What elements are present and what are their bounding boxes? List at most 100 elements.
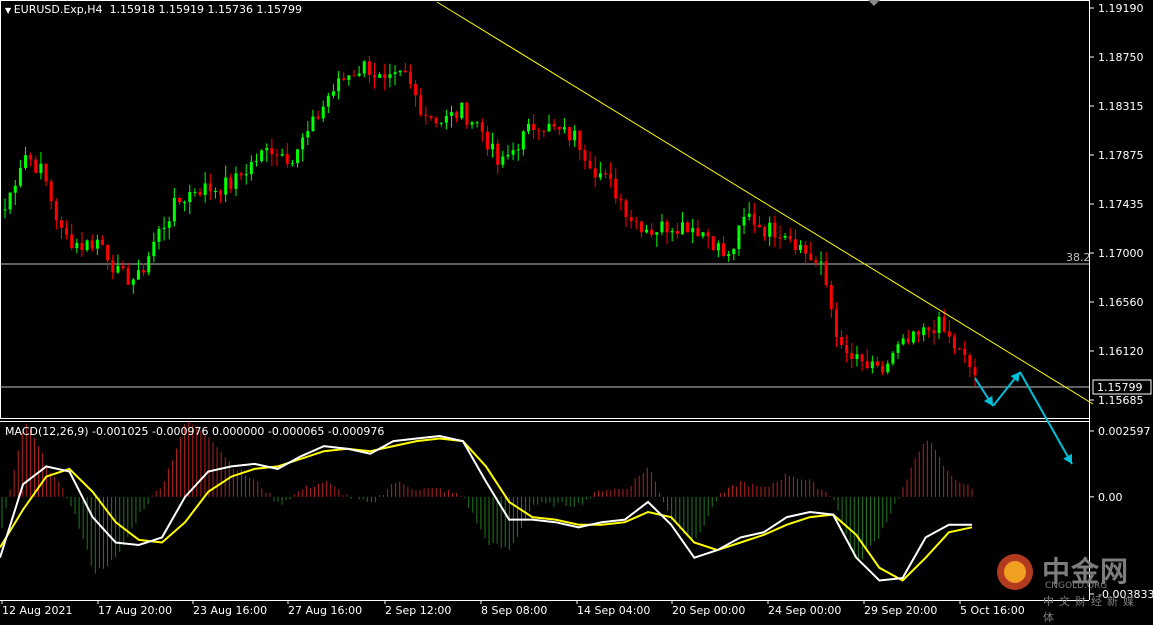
price-tick-label: 1.18750 bbox=[1098, 51, 1144, 64]
candle-body bbox=[183, 202, 187, 204]
candle-body bbox=[814, 260, 818, 263]
candle-body bbox=[680, 222, 684, 234]
candle-body bbox=[213, 190, 217, 192]
candle-body bbox=[157, 228, 161, 242]
candle-body bbox=[285, 154, 289, 164]
time-tick-label: 17 Aug 20:00 bbox=[98, 604, 172, 617]
candle-body bbox=[768, 222, 772, 237]
candle-body bbox=[665, 221, 669, 233]
candle-body bbox=[896, 344, 900, 353]
macd-tick-label: 0.002597 bbox=[1098, 425, 1151, 438]
price-axis: 1.19190 1.18750 1.18315 1.17875 1.17435 1.170… bbox=[1089, 2, 1152, 407]
candle-body bbox=[470, 122, 474, 125]
candle-body bbox=[18, 167, 22, 186]
candle-body bbox=[398, 70, 402, 73]
watermark-tagline: 中文财经新媒体 bbox=[1043, 595, 1139, 624]
candle-body bbox=[727, 254, 731, 256]
candle-body bbox=[439, 122, 443, 124]
candle-body bbox=[634, 221, 638, 223]
candle-body bbox=[901, 338, 905, 345]
candle-body bbox=[49, 181, 53, 202]
candle-body bbox=[645, 229, 649, 233]
time-tick-label: 14 Sep 04:00 bbox=[577, 604, 650, 617]
candle-body bbox=[809, 253, 813, 261]
candle-body bbox=[942, 316, 946, 332]
chart-shift-marker[interactable] bbox=[868, 0, 880, 6]
candle-body bbox=[393, 72, 397, 75]
candle-body bbox=[932, 330, 936, 333]
candle-body bbox=[614, 178, 618, 199]
candle-body bbox=[29, 155, 33, 160]
signal-line bbox=[0, 437, 973, 582]
candle-body bbox=[670, 230, 674, 233]
fib-level-label: 38.2 bbox=[1066, 251, 1091, 264]
time-axis: 12 Aug 2021 17 Aug 20:00 23 Aug 16:00 27 Au… bbox=[1, 600, 1025, 617]
candle-body bbox=[655, 232, 659, 235]
candle-body bbox=[34, 159, 38, 174]
candle-body bbox=[152, 241, 156, 257]
candle-body bbox=[465, 102, 469, 125]
macd-lines bbox=[0, 434, 973, 582]
price-tick-label: 1.18315 bbox=[1098, 100, 1144, 113]
candle-body bbox=[799, 244, 803, 250]
ohlc-values: 1.15918 1.15919 1.15736 1.15799 bbox=[109, 3, 303, 16]
candle-body bbox=[378, 74, 382, 78]
candle-body bbox=[116, 265, 120, 273]
candle-body bbox=[106, 244, 110, 261]
candle-body bbox=[147, 256, 151, 273]
candle-body bbox=[485, 131, 489, 150]
candle-body bbox=[526, 123, 530, 132]
candle-body bbox=[691, 228, 695, 233]
candle-body bbox=[875, 361, 879, 366]
logo-inner-icon bbox=[1004, 561, 1026, 583]
candle-body bbox=[101, 239, 105, 245]
candle-body bbox=[968, 355, 972, 368]
candle-body bbox=[290, 163, 294, 165]
candle-body bbox=[973, 367, 977, 376]
candle-body bbox=[219, 190, 223, 195]
price-tick-label: 1.17875 bbox=[1098, 149, 1144, 162]
candle-body bbox=[788, 235, 792, 240]
candle-body bbox=[927, 327, 931, 331]
candle-body bbox=[95, 239, 99, 249]
candle-body bbox=[850, 353, 854, 360]
candle-body bbox=[511, 150, 515, 155]
time-tick-label: 29 Sep 20:00 bbox=[864, 604, 937, 617]
horizontal-levels[interactable]: 38.2 bbox=[0, 251, 1091, 388]
candle-body bbox=[249, 161, 253, 175]
chart-canvas[interactable]: 38.2 1.19190 1.18750 1.18315 1.17875 1.17435… bbox=[0, 0, 1153, 620]
candle-body bbox=[90, 240, 94, 249]
candle-body bbox=[203, 183, 207, 195]
candle-body bbox=[834, 309, 838, 338]
candle-body bbox=[85, 240, 89, 250]
candle-body bbox=[388, 74, 392, 79]
candle-body bbox=[891, 352, 895, 364]
candle-body bbox=[126, 268, 130, 285]
candle-body bbox=[963, 348, 967, 356]
candle-body bbox=[296, 149, 300, 164]
candle-body bbox=[547, 123, 551, 132]
macd-tick-label: 0.00 bbox=[1098, 491, 1123, 504]
candle-body bbox=[444, 115, 448, 123]
candle-body bbox=[937, 316, 941, 333]
candle-body bbox=[521, 131, 525, 150]
time-tick-label: 23 Aug 16:00 bbox=[193, 604, 267, 617]
candle-body bbox=[629, 216, 633, 222]
symbol-label: EURUSD.Exp,H4 bbox=[13, 3, 103, 16]
candle-body bbox=[568, 127, 572, 141]
candle-body bbox=[952, 336, 956, 349]
chart-window: 38.2 1.19190 1.18750 1.18315 1.17875 1.17435… bbox=[0, 0, 1153, 624]
candle-body bbox=[829, 284, 833, 310]
candle-body bbox=[752, 213, 756, 225]
candle-body bbox=[906, 338, 910, 343]
candle-body bbox=[619, 198, 623, 201]
current-price-label: 1.15799 bbox=[1097, 381, 1143, 394]
candle-body bbox=[804, 244, 808, 254]
candle-body bbox=[706, 232, 710, 237]
candle-body bbox=[516, 149, 520, 151]
symbol-dropdown-icon[interactable]: ▼ bbox=[5, 6, 14, 15]
candle-body bbox=[722, 243, 726, 256]
time-tick-label: 27 Aug 16:00 bbox=[288, 604, 362, 617]
candle-body bbox=[306, 131, 310, 138]
trendline[interactable] bbox=[436, 1, 1094, 405]
